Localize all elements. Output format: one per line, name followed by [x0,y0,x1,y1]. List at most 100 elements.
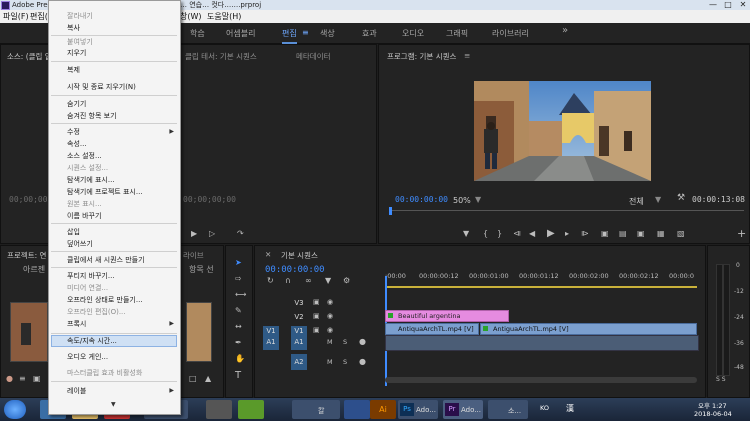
go-to-in-icon[interactable]: ⧏ [513,229,521,238]
workspace-learning[interactable]: 학습 [190,28,205,39]
menu-item-view-hidden[interactable]: 숨겨진 항목 보기 [67,110,117,122]
pen-tool-icon[interactable]: ✒ [235,338,242,347]
export-frame-camera-icon[interactable]: ▣ [637,229,645,238]
audio-clip-a1[interactable] [385,335,699,351]
button-editor-icon[interactable]: + [737,227,746,240]
taskbar-illustrator-icon[interactable]: Ai [370,400,396,419]
workspace-color[interactable]: 색상 [320,28,335,39]
mark-in-icon[interactable]: { [483,229,488,238]
new-item-icon[interactable]: □ [189,374,197,383]
button-editor-2-icon[interactable]: ▦ [657,229,665,238]
minimize-button[interactable]: — [706,0,720,10]
menu-item-overwrite[interactable]: 덮어쓰기 [67,238,93,250]
ripple-edit-tool-icon[interactable]: ⟷ [235,290,246,299]
menu-item-clear-in-out[interactable]: 시작 및 종료 지우기(N) [67,81,136,93]
razor-tool-icon[interactable]: ✎ [235,306,242,315]
taskbar-app-paint[interactable]: 칼 [292,400,340,419]
nest-toggle-icon[interactable]: ↻ [267,276,274,285]
menu-item-cut[interactable]: 잘라내기 [67,10,93,22]
menu-scroll-down-icon[interactable]: ▼ [111,401,116,408]
linked-selection-icon[interactable]: ∞ [305,276,312,285]
tab-lumetri[interactable]: 라이브 [183,250,204,261]
menu-item-source-settings[interactable]: 소스 설정... [67,150,102,162]
clock-time[interactable]: 오후 1:27 [698,400,727,410]
v2-sync-lock-icon[interactable]: ▣ [313,312,320,320]
a1-mic-icon[interactable]: ● [359,337,366,346]
menu-item-new-sequence-from-clip[interactable]: 클립에서 새 시퀀스 만들기 [67,254,145,266]
selection-tool-icon[interactable]: ➤ [235,258,242,267]
step-back-icon[interactable]: ◀ [529,229,535,238]
timeline-settings-icon[interactable]: ⚙ [343,276,350,285]
filter-icon[interactable]: ▶ [191,229,197,238]
track-a2-label[interactable]: A2 [291,354,307,370]
track-select-tool-icon[interactable]: ⇨ [235,274,242,283]
track-v3-label[interactable]: V3 [291,298,307,309]
play-icon[interactable]: ▶ [547,228,555,239]
v3-eye-icon[interactable]: ◉ [327,298,333,306]
add-marker-icon[interactable]: ▼ [463,229,469,238]
menu-item-rename[interactable]: 이름 바꾸기 [67,210,101,222]
workspace-effects[interactable]: 효과 [362,28,377,39]
workspace-assembly[interactable]: 어셈블리 [226,28,255,39]
solo-a1-button[interactable]: S [343,338,347,346]
mute-a1-button[interactable]: M [327,338,333,346]
menu-help[interactable]: 도움말(H) [207,10,241,23]
taskbar-torrent-icon[interactable] [238,400,264,419]
taskbar-photoshop[interactable]: Ps Ado... [398,400,438,419]
timeline-close-icon[interactable]: ✕ [265,250,271,259]
workspace-audio[interactable]: 오디오 [402,28,424,39]
program-playhead[interactable] [389,207,392,215]
mute-a2-button[interactable]: M [327,358,333,366]
button-editor-3-icon[interactable]: ▧ [677,229,685,238]
v1-eye-icon[interactable]: ◉ [327,326,333,334]
taskbar-app-4[interactable]: 소... [488,400,528,419]
solo-a2-button[interactable]: S [343,358,347,366]
resolution-dropdown-icon[interactable]: ▼ [655,195,661,204]
program-menu-icon[interactable]: ≡ [464,51,470,60]
track-v2-label[interactable]: V2 [291,312,307,323]
hand-tool-icon[interactable]: ✋ [235,354,245,363]
menu-item-reveal-in-project[interactable]: 탐색기에 프로젝트 표시... [67,186,143,198]
menu-item-proxy[interactable]: 프록시 [67,318,86,330]
zoom-dropdown-icon[interactable]: ▼ [475,195,481,204]
maximize-button[interactable]: □ [721,0,735,10]
menu-window[interactable]: 창(W) [180,10,202,23]
clip-thumbnail-2[interactable] [186,302,212,362]
trash-icon[interactable]: ▲ [205,374,211,383]
track-a1-label[interactable]: A1 [291,334,307,350]
menu-item-insert[interactable]: 삽입 [67,226,80,238]
ime-hanja-icon[interactable]: 漢 [566,403,574,414]
clip-thumbnail-1[interactable] [10,302,48,362]
menu-item-link-media[interactable]: 미디어 연결... [67,282,108,294]
v1-sync-lock-icon[interactable]: ▣ [313,326,320,334]
taskbar-app-3[interactable] [344,400,370,419]
tab-metadata[interactable]: 메타데이터 [296,51,331,62]
meter-solo-buttons[interactable]: S S [716,376,726,383]
add-marker-timeline-icon[interactable]: ▼ [325,276,331,285]
list-view-icon[interactable]: ≡ [19,374,26,383]
menu-item-duplicate[interactable]: 복제 [67,64,80,76]
video-clip-1[interactable]: AntiquaArchTL.mp4 [V] [385,323,479,335]
taskbar-app-2[interactable] [206,400,232,419]
slip-tool-icon[interactable]: ↔ [235,322,242,331]
start-button[interactable] [4,400,26,419]
type-tool-icon[interactable]: T [235,370,241,381]
menu-item-copy[interactable]: 복사 [67,22,80,34]
workspace-libraries[interactable]: 라이브러리 [492,28,529,39]
work-area-bar[interactable] [385,286,697,288]
menu-item-edit-offline[interactable]: 오프라인 편집(O)... [67,306,126,318]
workspace-editing[interactable]: 편집 [282,28,297,44]
close-button[interactable]: ✕ [736,0,750,10]
zoom-level-select[interactable]: 50% [453,196,471,205]
taskbar-premiere[interactable]: Pr Ado... [443,400,483,419]
program-playhead-timecode[interactable]: 00:00:00:00 [395,195,448,204]
export-frame-icon[interactable]: ↷ [237,229,244,238]
menu-item-show-original[interactable]: 원본 표시... [67,198,102,210]
go-to-out-icon[interactable]: ⧐ [581,229,589,238]
menu-item-label[interactable]: 레이블 [67,385,86,397]
program-scrub-bar[interactable] [389,210,744,211]
menu-item-properties[interactable]: 속성... [67,138,87,150]
step-forward-icon[interactable]: ▸ [565,229,569,238]
menu-item-audio-gain[interactable]: 오디오 게인... [67,351,108,363]
v2-eye-icon[interactable]: ◉ [327,312,333,320]
